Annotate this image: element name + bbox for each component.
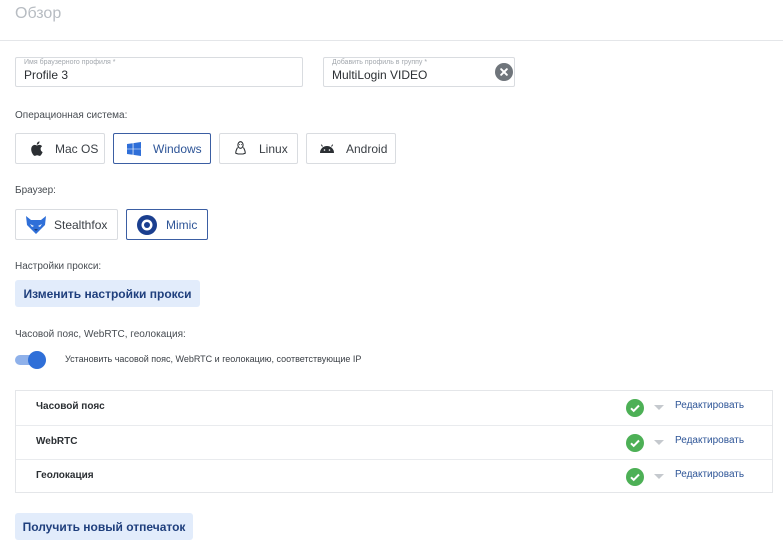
check-icon (626, 399, 644, 417)
timezone-toggle[interactable] (15, 351, 46, 369)
os-option-android[interactable]: Android (306, 133, 396, 164)
browser-option-mimic[interactable]: Mimic (126, 209, 208, 240)
table-row: Геолокация Редактировать (16, 459, 772, 493)
os-label: Операционная система: (15, 110, 128, 121)
row-label: Геолокация (36, 470, 94, 481)
edit-webrtc-link[interactable]: Редактировать (675, 435, 744, 446)
chevron-down-icon[interactable] (654, 474, 664, 479)
edit-geolocation-link[interactable]: Редактировать (675, 469, 744, 480)
os-option-label: Android (346, 141, 388, 156)
windows-icon (126, 141, 142, 157)
profile-name-field[interactable]: Имя браузерного профиля * Profile 3 (15, 57, 303, 87)
group-label: Добавить профиль в группу * (332, 59, 428, 66)
edit-timezone-link[interactable]: Редактировать (675, 400, 744, 411)
timezone-toggle-text: Установить часовой пояс, WebRTC и геолок… (65, 354, 362, 364)
group-value[interactable]: MultiLogin VIDEO (332, 68, 427, 82)
timezone-settings-table: Часовой пояс Редактировать WebRTC Редакт… (15, 390, 773, 493)
os-option-label: Mac OS (55, 141, 99, 156)
stealthfox-icon (26, 215, 46, 235)
table-row: WebRTC Редактировать (16, 425, 772, 459)
os-option-windows[interactable]: Windows (113, 133, 211, 164)
browser-option-label: Stealthfox (54, 217, 108, 232)
change-proxy-button[interactable]: Изменить настройки прокси (15, 280, 200, 307)
group-field[interactable]: Добавить профиль в группу * MultiLogin V… (323, 57, 515, 87)
chevron-down-icon[interactable] (654, 440, 664, 445)
apple-icon (28, 141, 44, 157)
os-option-label: Linux (259, 141, 288, 156)
row-label: Часовой пояс (36, 401, 105, 412)
check-icon (626, 434, 644, 452)
proxy-label: Настройки прокси: (15, 261, 102, 272)
clear-icon[interactable] (495, 63, 513, 81)
os-option-label: Windows (153, 141, 202, 156)
mimic-icon (137, 214, 157, 235)
table-row: Часовой пояс Редактировать (16, 391, 772, 425)
android-icon (319, 141, 335, 157)
row-label: WebRTC (36, 436, 78, 447)
browser-label: Браузер: (15, 185, 56, 196)
toggle-knob (28, 351, 46, 369)
profile-name-label: Имя браузерного профиля * (24, 59, 116, 66)
timezone-label: Часовой пояс, WebRTC, геолокация: (15, 329, 186, 340)
os-option-linux[interactable]: Linux (219, 133, 298, 164)
check-icon (626, 468, 644, 486)
browser-option-label: Mimic (166, 217, 198, 232)
profile-name-value[interactable]: Profile 3 (24, 68, 68, 82)
page-header: Обзор (0, 0, 783, 41)
page-title: Обзор (15, 5, 62, 22)
os-option-macos[interactable]: Mac OS (15, 133, 105, 164)
browser-option-stealthfox[interactable]: Stealthfox (15, 209, 118, 240)
new-fingerprint-button[interactable]: Получить новый отпечаток (15, 513, 193, 540)
chevron-down-icon[interactable] (654, 405, 664, 410)
linux-icon (232, 141, 248, 157)
